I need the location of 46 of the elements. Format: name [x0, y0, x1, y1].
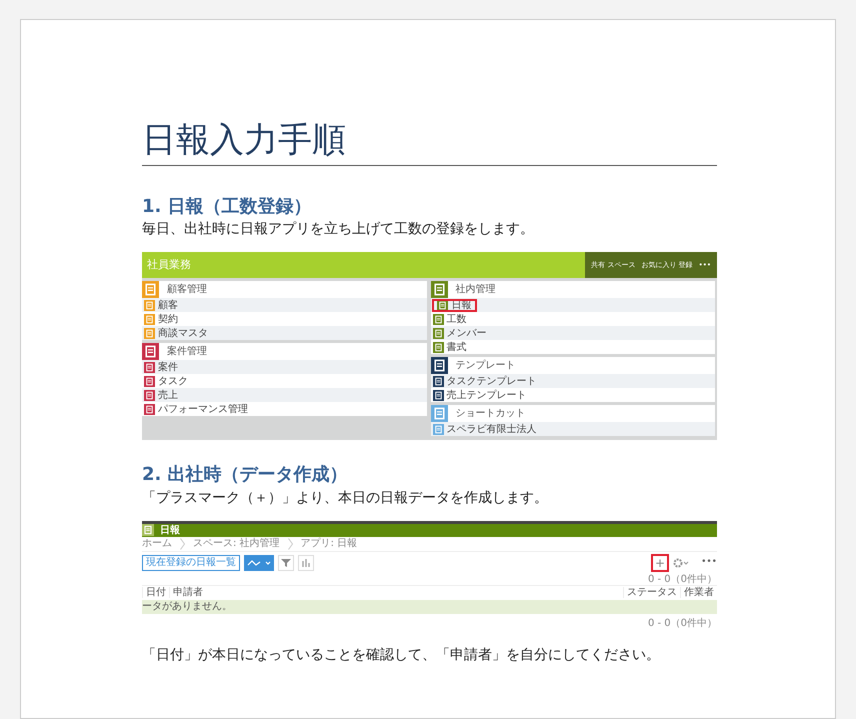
app-link[interactable]: 商談マスタ [158, 328, 208, 339]
app-link[interactable]: 売上 [158, 390, 178, 401]
app-link[interactable]: パフォーマンス管理 [158, 404, 248, 415]
column-header: 日付 [142, 587, 169, 598]
page-title: 日報入力手順 [142, 120, 717, 166]
app-title: 日報 [160, 524, 180, 536]
section-heading: 2. 出社時（データ作成） [142, 464, 349, 486]
app-link[interactable]: タスク [158, 376, 188, 387]
settings-icon[interactable] [673, 558, 690, 568]
breadcrumb-link[interactable]: アプリ: 日報 [300, 538, 358, 550]
section-text: 毎日、出社時に日報アプリを立ち上げて工数の登録をします。 [142, 220, 535, 240]
chevron-icon [288, 538, 293, 550]
column-header: 作業者 [680, 587, 717, 598]
app-icon [432, 424, 444, 435]
breadcrumb-link[interactable]: ホーム [142, 538, 172, 550]
app-icon [436, 300, 448, 311]
app-link[interactable]: 案件 [158, 362, 178, 373]
group-title: 顧客管理 [167, 284, 207, 296]
column-header: 申請者 [169, 587, 206, 598]
app-link[interactable]: メンバー [446, 328, 486, 339]
filter-icon[interactable] [278, 554, 294, 571]
app-icon [144, 328, 155, 339]
app-icon [142, 524, 154, 536]
breadcrumb-link[interactable]: スペース: 社内管理 [193, 538, 280, 550]
chevron-icon [180, 538, 185, 550]
more-button[interactable]: ••• [701, 558, 717, 568]
app-link[interactable]: 工数 [446, 314, 466, 325]
column-header: ステータス [623, 587, 680, 598]
empty-message: ータがありません。 [142, 600, 717, 614]
view-select[interactable]: 現在登録の日報一覧 [142, 554, 240, 571]
app-link[interactable]: 書式 [446, 342, 466, 353]
closing-text: 「日付」が本日になっていることを確認して、「申請者」を自分にしてください。 [142, 646, 661, 665]
group-title: 社内管理 [456, 284, 496, 296]
pager-text: 0 - 0（0件中） [646, 618, 717, 629]
app-link[interactable]: 売上テンプレート [446, 390, 526, 401]
pager-text: 0 - 0（0件中） [646, 574, 717, 585]
add-button[interactable]: + [651, 554, 670, 572]
section-text: 「プラスマーク（＋）」より、本日の日報データを作成します。 [142, 488, 549, 508]
app-link[interactable]: 契約 [158, 314, 178, 325]
group-title: テンプレート [456, 360, 516, 372]
app-link[interactable]: 顧客 [158, 300, 178, 311]
group-title: 案件管理 [167, 346, 207, 358]
group-title: ショートカット [456, 408, 526, 420]
section-heading: 1. 日報（工数登録） [142, 196, 313, 218]
banner-title: 社員業務 [146, 259, 191, 272]
bar-chart-icon[interactable] [298, 554, 314, 571]
